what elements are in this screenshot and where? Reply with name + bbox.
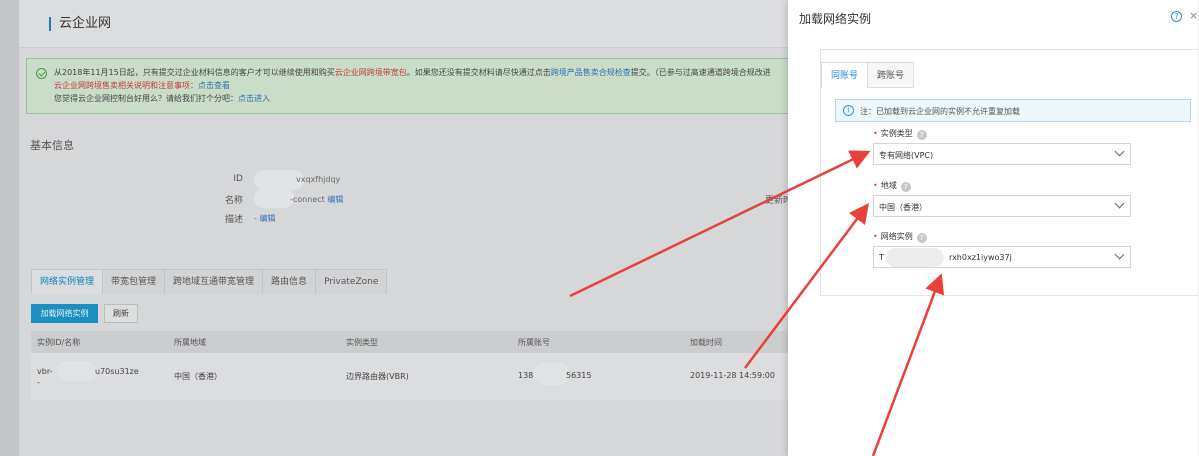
annotation-arrows <box>569 150 945 456</box>
arrow-to-region <box>744 203 870 369</box>
arrow-to-instance-type <box>569 150 871 298</box>
arrow-to-network-instance <box>871 273 945 456</box>
